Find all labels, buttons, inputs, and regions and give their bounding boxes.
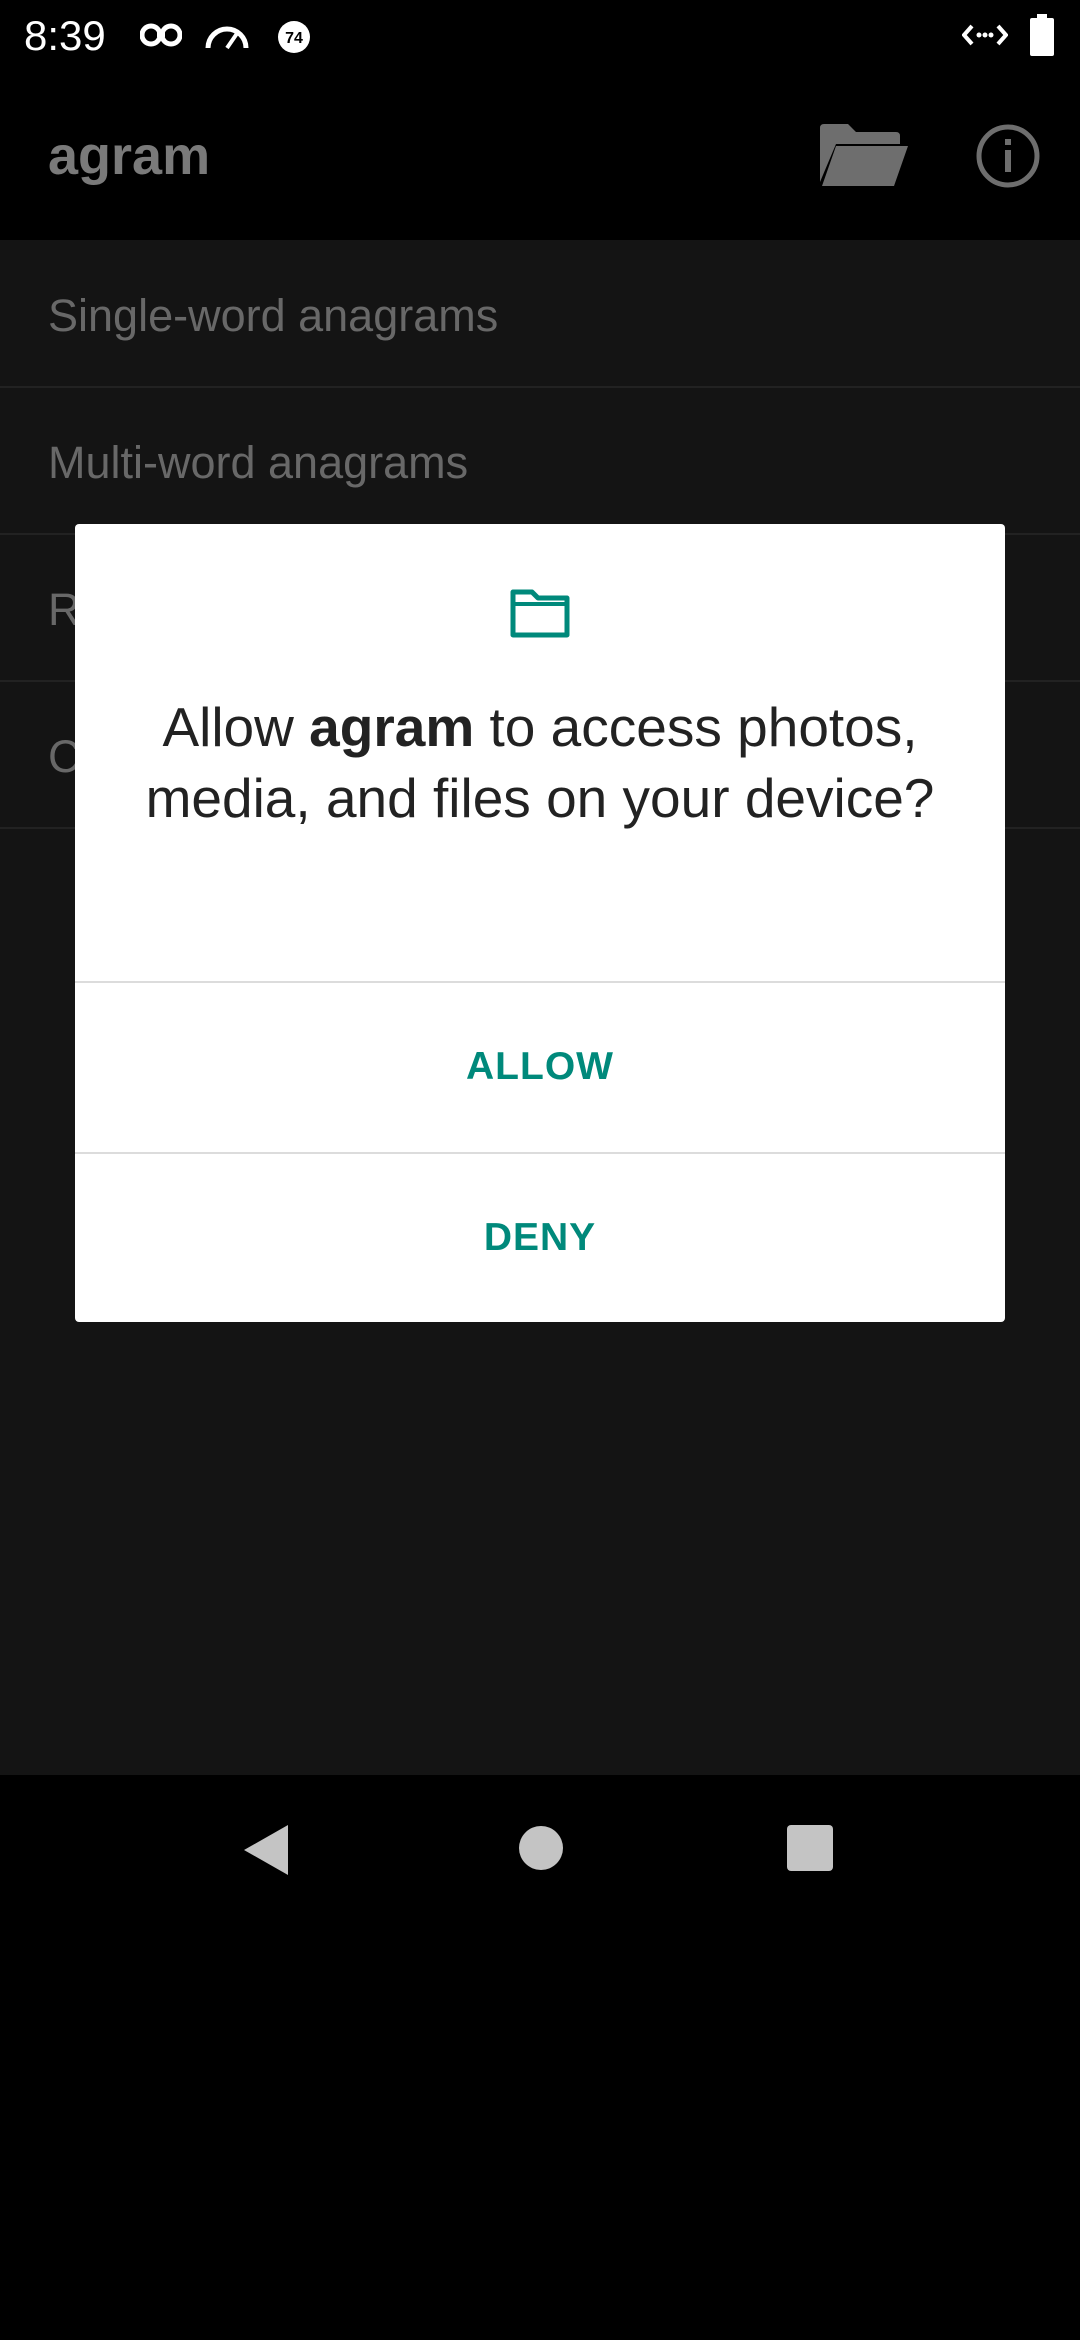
app-bar: agram (0, 72, 1080, 240)
list-item-multi-word[interactable]: Multi-word anagrams (0, 387, 1080, 535)
incognito-icon (139, 20, 183, 55)
navigation-bar (0, 1775, 1080, 2340)
recents-icon[interactable] (787, 1825, 833, 1876)
folder-open-icon[interactable] (818, 122, 908, 193)
folder-icon (510, 588, 570, 643)
allow-button[interactable]: ALLOW (75, 983, 1005, 1151)
notification-badge-icon: 74 (277, 20, 311, 59)
home-icon[interactable] (518, 1825, 564, 1876)
notification-badge-text: 74 (285, 30, 303, 47)
status-bar: 8:39 74 (0, 0, 1080, 72)
message-prefix: Allow (162, 696, 310, 758)
status-time: 8:39 (24, 12, 106, 59)
info-icon[interactable] (976, 124, 1040, 193)
back-icon[interactable] (242, 1823, 290, 1882)
speedometer-icon (204, 20, 250, 55)
app-title: agram (48, 126, 211, 186)
list-item-label: Single-word anagrams (48, 290, 499, 341)
deny-button[interactable]: DENY (75, 1154, 1005, 1322)
dialog-message: Allow agram to access photos, media, and… (135, 692, 945, 834)
permission-dialog: Allow agram to access photos, media, and… (75, 524, 1005, 1322)
list-item-label: Multi-word anagrams (48, 437, 469, 488)
list-item-single-word[interactable]: Single-word anagrams (0, 240, 1080, 388)
data-transfer-icon (961, 20, 1009, 55)
message-app-name: agram (309, 696, 475, 758)
battery-icon (1030, 14, 1054, 61)
